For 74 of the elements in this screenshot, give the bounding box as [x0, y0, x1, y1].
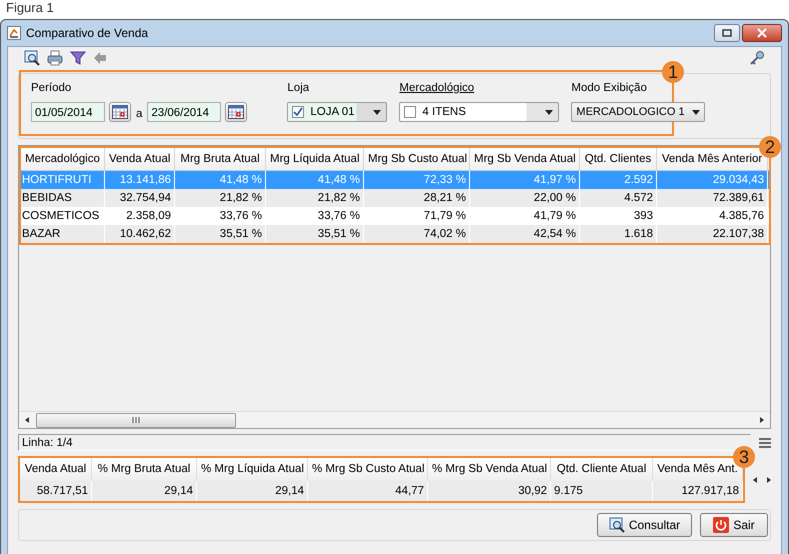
search-icon — [608, 517, 625, 533]
column-header[interactable]: Mercadológico — [21, 148, 105, 170]
caret-icon — [692, 110, 700, 114]
field-label: Loja — [287, 82, 310, 96]
table-row[interactable]: BEBIDAS 32.754,94 21,82 % 21,82 % 28,21 % 22,00 % 4.572 72.389,61 — [21, 189, 769, 207]
table-cell: 4.572 — [580, 189, 657, 207]
total-cell: 127.917,18 — [653, 481, 743, 501]
field-label: Período — [31, 82, 72, 96]
column-header[interactable]: Venda Atual — [105, 148, 175, 170]
table-cell: 21,82 % — [266, 189, 364, 207]
column-header[interactable]: Mrg Sb Venda Atual — [470, 148, 580, 170]
mode-dropdown[interactable]: MERCADOLOGICO 1 — [571, 102, 706, 122]
column-header[interactable]: Mrg Líquida Atual — [266, 148, 364, 170]
table-cell: 32.754,94 — [105, 189, 175, 207]
search-icon[interactable] — [24, 50, 40, 66]
restore-icon — [722, 29, 732, 37]
scroll-thumb[interactable] — [36, 412, 236, 428]
store-dropdown[interactable]: LOJA 01 — [287, 102, 388, 122]
restore-button[interactable] — [714, 24, 740, 42]
date-field[interactable]: 23/06/2014 — [147, 102, 222, 122]
calendar-button[interactable] — [109, 102, 131, 122]
scroll-right-icon[interactable] — [758, 416, 766, 424]
table-cell: 22.107,38 — [657, 225, 768, 243]
table-cell: 1.618 — [580, 225, 657, 243]
app-icon — [7, 26, 21, 40]
close-button[interactable] — [742, 24, 782, 42]
field-label[interactable]: Mercadológico — [399, 82, 560, 96]
power-icon — [713, 517, 730, 533]
checkbox[interactable] — [292, 106, 304, 118]
horizontal-scrollbar[interactable] — [19, 411, 770, 428]
total-cell: 44,77 — [308, 481, 428, 501]
table-cell: 10.462,62 — [105, 225, 175, 243]
date-field[interactable]: 01/05/2014 — [31, 102, 105, 122]
table-cell: 28,21 % — [364, 189, 470, 207]
column-header[interactable]: Mrg Bruta Atual — [175, 148, 266, 170]
table-cell: 74,02 % — [364, 225, 470, 243]
total-cell: 9.175 — [551, 481, 653, 501]
caret-icon — [373, 110, 382, 114]
total-cell: 29,14 — [197, 481, 308, 501]
scroll-left-icon[interactable] — [751, 476, 759, 484]
key-icon[interactable] — [749, 50, 765, 66]
window-title: Comparativo de Venda — [26, 26, 148, 40]
total-cell: 58.717,51 — [20, 481, 92, 501]
table-cell: BAZAR — [21, 225, 105, 243]
column-header[interactable]: Mrg Sb Custo Atual — [364, 148, 470, 170]
calendar-button[interactable] — [225, 102, 248, 122]
caret-icon — [545, 110, 554, 114]
table-cell: 35,51 % — [175, 225, 266, 243]
row-status-field: Linha: 1/4 — [18, 434, 751, 451]
menu-icon[interactable] — [759, 438, 771, 448]
table-cell: BEBIDAS — [21, 189, 105, 207]
printer-icon[interactable] — [47, 50, 63, 66]
close-icon — [757, 28, 767, 38]
table-cell: 22,00 % — [470, 189, 580, 207]
total-cell: 30,92 — [428, 481, 551, 501]
total-cell: 29,14 — [92, 481, 197, 501]
filter-icon[interactable] — [70, 50, 86, 66]
checkbox[interactable] — [404, 106, 416, 118]
column-header[interactable]: Qtd. Clientes — [580, 148, 657, 170]
field-label: Modo Exibição — [571, 82, 648, 96]
callout-badge: 3 — [733, 446, 755, 468]
table-cell: 21,82 % — [175, 189, 266, 207]
category-dropdown[interactable]: 4 ITENS — [399, 102, 560, 122]
table-cell: 72.389,61 — [657, 189, 768, 207]
scroll-left-icon[interactable] — [23, 416, 31, 424]
table-row[interactable]: BAZAR 10.462,62 35,51 % 35,51 % 74,02 % 42,54 % 1.618 22.107,38 — [21, 225, 769, 243]
scroll-right-icon[interactable] — [765, 476, 773, 484]
callout-badge: 1 — [662, 61, 684, 83]
table-cell: 42,54 % — [470, 225, 580, 243]
table-cell: 35,51 % — [266, 225, 364, 243]
figure-caption: Figura 1 — [5, 0, 55, 17]
exit-button[interactable]: Sair — [700, 513, 768, 537]
search-button[interactable]: Consultar — [597, 513, 692, 537]
range-separator: a — [136, 108, 142, 120]
